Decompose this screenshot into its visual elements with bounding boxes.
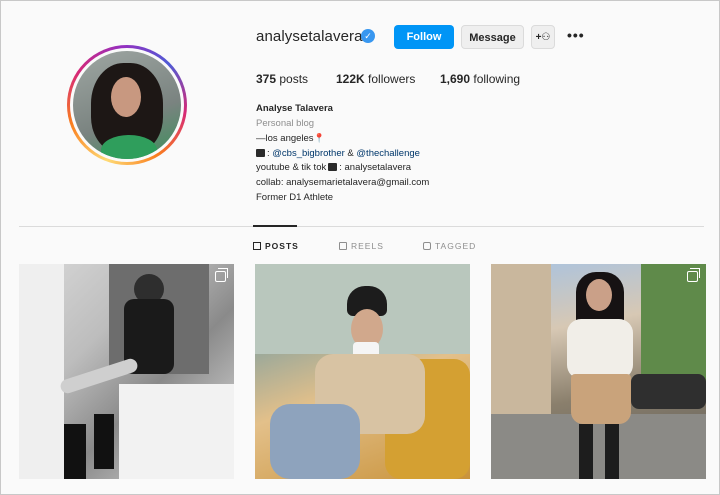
bio-athlete-line: Former D1 Athlete bbox=[256, 191, 334, 203]
stat-posts: 375 posts bbox=[256, 72, 308, 86]
post-thumbnail[interactable] bbox=[255, 264, 470, 479]
tv-icon bbox=[256, 148, 265, 157]
mention-link-thechallenge[interactable]: @thechallenge bbox=[356, 148, 420, 159]
clapper-icon bbox=[328, 163, 338, 172]
post-3-leg bbox=[579, 424, 593, 479]
tab-posts[interactable]: POSTS bbox=[253, 241, 299, 251]
avatar-border bbox=[70, 48, 184, 162]
pin-icon: 📍 bbox=[313, 133, 325, 144]
bio: Analyse Talavera Personal blog —los ange… bbox=[256, 102, 429, 205]
multi-photo-icon bbox=[215, 268, 228, 282]
following-count: 1,690 bbox=[440, 72, 471, 86]
bio-youtube-line: youtube & tik tok : analysetalavera bbox=[256, 161, 429, 176]
post-3-face bbox=[586, 279, 612, 311]
post-3-blouse bbox=[567, 319, 633, 379]
tabs-divider bbox=[19, 226, 704, 227]
tab-tagged-label: TAGGED bbox=[435, 241, 477, 251]
full-name: Analyse Talavera bbox=[256, 103, 333, 114]
location-text: —los angeles bbox=[256, 133, 314, 145]
suggested-accounts-button[interactable]: +⚇ bbox=[531, 25, 555, 49]
post-3-tree bbox=[641, 264, 706, 384]
story-ring[interactable] bbox=[67, 45, 187, 165]
tab-reels-label: REELS bbox=[351, 241, 384, 251]
tab-reels[interactable]: REELS bbox=[339, 241, 384, 251]
post-1-boot bbox=[94, 414, 114, 469]
post-1-boot bbox=[64, 424, 86, 479]
stat-followers[interactable]: 122K followers bbox=[336, 72, 415, 86]
avatar-shirt bbox=[101, 135, 157, 159]
post-3-leg bbox=[605, 424, 619, 479]
followers-label: followers bbox=[368, 72, 416, 86]
category-label: Personal blog bbox=[256, 117, 315, 129]
bio-location-line: —los angeles📍 bbox=[256, 131, 429, 147]
post-thumbnail[interactable] bbox=[491, 264, 706, 479]
tag-icon bbox=[423, 242, 431, 250]
reel-icon bbox=[687, 268, 700, 282]
stat-following[interactable]: 1,690 following bbox=[440, 72, 520, 86]
verified-badge-icon: ✓ bbox=[361, 29, 375, 43]
posts-count: 375 bbox=[256, 72, 277, 86]
post-1-door bbox=[19, 264, 64, 479]
post-3-skirt bbox=[571, 374, 631, 424]
bio-shows-line: : @cbs_bigbrother & @thechallenge bbox=[256, 147, 429, 162]
shows-amp: & bbox=[344, 147, 357, 159]
youtube-text: youtube & tik tok bbox=[256, 162, 327, 174]
reels-icon bbox=[339, 242, 347, 250]
post-3-car bbox=[631, 374, 706, 409]
followers-count: 122K bbox=[336, 72, 365, 86]
more-options-icon[interactable]: ••• bbox=[567, 25, 587, 49]
avatar-face bbox=[111, 77, 141, 117]
active-tab-indicator bbox=[253, 225, 297, 227]
message-button[interactable]: Message bbox=[461, 25, 524, 49]
following-label: following bbox=[473, 72, 521, 86]
youtube-handle: : analysetalavera bbox=[339, 162, 412, 174]
avatar[interactable] bbox=[73, 51, 181, 159]
tab-tagged[interactable]: TAGGED bbox=[423, 241, 476, 251]
username: analysetalavera bbox=[256, 28, 363, 45]
post-2-jeans bbox=[270, 404, 360, 479]
post-1-cabinet bbox=[119, 384, 234, 479]
profile-page: analysetalavera ✓ Follow Message +⚇ ••• … bbox=[0, 0, 720, 495]
post-thumbnail[interactable] bbox=[19, 264, 234, 479]
bio-collab-line: collab: analysemarietalavera@gmail.com bbox=[256, 176, 430, 188]
mention-link-bigbrother[interactable]: @cbs_bigbrother bbox=[272, 148, 345, 159]
follow-button[interactable]: Follow bbox=[394, 25, 454, 49]
grid-icon bbox=[253, 242, 261, 250]
posts-label: posts bbox=[279, 72, 309, 86]
tab-posts-label: POSTS bbox=[265, 241, 299, 251]
